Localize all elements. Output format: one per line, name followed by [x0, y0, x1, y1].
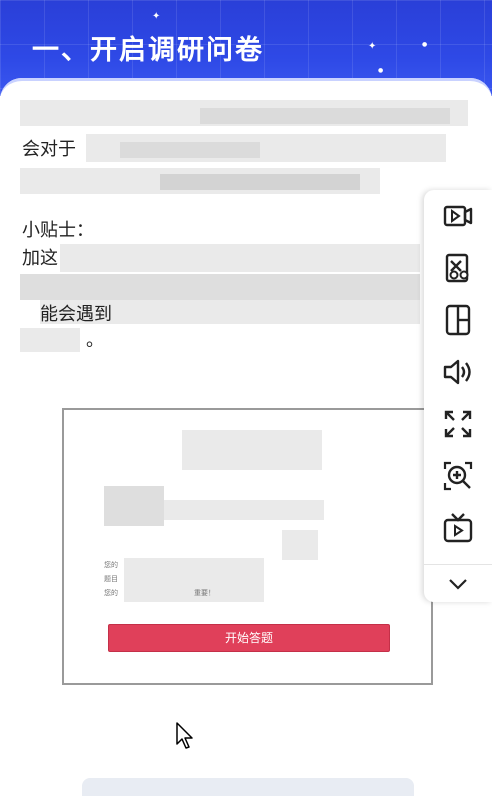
preview-text: 您的 [104, 589, 118, 597]
preview-text: 重要！ [194, 589, 215, 597]
text-line: 。 [86, 330, 104, 351]
toolbar-more-button[interactable] [424, 564, 492, 602]
blurred-text [182, 430, 322, 470]
mouse-cursor-icon [176, 722, 193, 749]
video-play-button[interactable] [424, 190, 492, 242]
screen: ✦ ✦ ● ● 一、开启调研问卷 会对于 小贴士： 加这 能会遇到 。 您的 题… [0, 0, 492, 796]
screen-rotate-button[interactable] [424, 294, 492, 346]
tips-title: 小贴士： [22, 220, 94, 241]
start-answer-button[interactable]: 开始答题 [108, 624, 390, 652]
survey-preview-card: 您的 题目 您的 重要！ 开始答题 [62, 408, 433, 685]
volume-icon [443, 359, 471, 385]
bottom-action-button[interactable] [82, 778, 414, 796]
blurred-text [160, 174, 360, 190]
zoom-in-button[interactable] [424, 450, 492, 502]
text-line: 会对于 [22, 139, 76, 160]
screen-rotate-icon [445, 304, 471, 336]
blurred-text [20, 328, 80, 352]
star-icon: ✦ [368, 41, 377, 52]
blurred-text [164, 500, 324, 520]
page-title: 一、开启调研问卷 [32, 35, 264, 66]
star-icon: ● [378, 67, 384, 74]
tv-play-icon [443, 513, 473, 543]
tv-play-button[interactable] [424, 502, 492, 554]
header-banner: ✦ ✦ ● ● 一、开启调研问卷 [0, 0, 492, 96]
video-edit-icon [445, 253, 469, 283]
side-toolbar [424, 190, 492, 602]
video-play-icon [443, 205, 473, 227]
volume-button[interactable] [424, 346, 492, 398]
preview-text: 您的 [104, 561, 118, 569]
blurred-text [104, 486, 164, 526]
text-line: 加这 [22, 248, 58, 269]
blurred-text [20, 274, 420, 300]
chevron-down-icon [449, 578, 467, 590]
video-edit-button[interactable] [424, 242, 492, 294]
blurred-text [282, 530, 318, 560]
fullscreen-icon [444, 410, 472, 438]
preview-text: 题目 [104, 575, 118, 583]
blurred-text [200, 108, 450, 124]
star-icon: ✦ [152, 11, 161, 22]
banner-frame [0, 78, 492, 96]
blurred-text [60, 244, 420, 272]
fullscreen-button[interactable] [424, 398, 492, 450]
blurred-text [120, 142, 260, 158]
star-icon: ● [422, 41, 428, 48]
zoom-in-icon [443, 461, 473, 491]
